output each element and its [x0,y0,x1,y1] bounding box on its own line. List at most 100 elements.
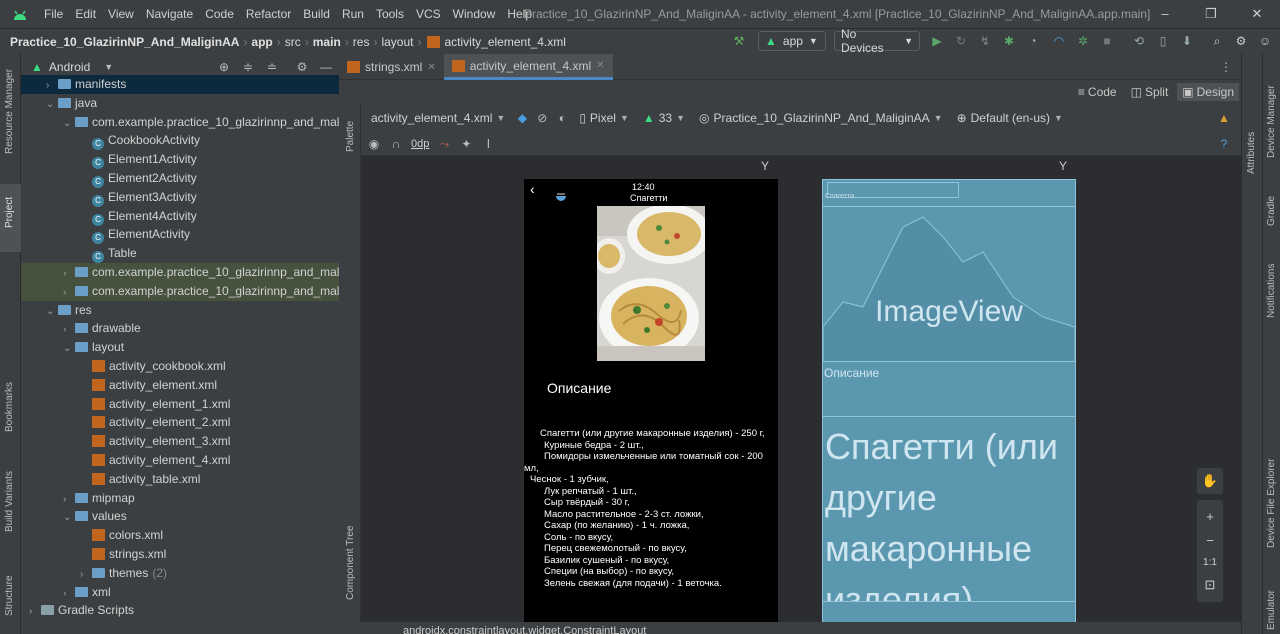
zoom-fit-icon[interactable]: ⊡ [1205,577,1216,593]
resource-manager-tab[interactable]: Resource Manager [4,69,15,154]
debug-icon[interactable]: ✱ [1002,34,1016,48]
tab-activity-element-4-xml[interactable]: activity_element_4.xml ✕ [443,54,613,80]
tab-strings-xml[interactable]: strings.xml ✕ [339,54,444,80]
tree-item[interactable]: › Gradle Scripts [21,601,339,620]
code-mode-button[interactable]: ≡ Code [1073,83,1122,101]
minimize-button[interactable]: – [1142,0,1188,28]
night-mode-icon[interactable]: ◐ [555,111,569,125]
back-arrow-icon[interactable]: ‹ [530,181,535,197]
design-mode-button[interactable]: ▣ Design [1177,83,1239,101]
tree-item[interactable]: › com.example.practice_10_glazirinnp_and_… [21,281,339,301]
tree-item[interactable]: C Table [21,244,339,264]
infer-constraints-icon[interactable]: ✦ [459,137,473,151]
tree-item[interactable]: activity_element_3.xml [21,432,339,451]
expand-all-icon[interactable]: ≑ [241,60,255,74]
collapse-all-icon[interactable]: ≐ [265,60,279,74]
device-dropdown[interactable]: No Devices ▼ [834,27,920,55]
device-file-explorer-tab[interactable]: Device File Explorer [1266,459,1277,548]
help-icon[interactable]: ? [1217,137,1231,151]
chevron-right-icon[interactable]: › [63,283,73,301]
blueprint-ingredients[interactable]: Спагетти (или другие макаронные изделия)… [823,417,1075,602]
chevron-down-icon[interactable]: ⌄ [63,114,73,132]
tree-item[interactable]: C ElementActivity [21,225,339,245]
component-tree-tab[interactable]: Component Tree [345,526,356,601]
tree-item[interactable]: activity_element_4.xml [21,451,339,470]
tree-item[interactable]: › xml [21,583,339,602]
chevron-right-icon[interactable]: › [80,565,90,583]
avatar-icon[interactable]: ☺ [1258,34,1272,48]
tree-item[interactable]: activity_table.xml [21,470,339,489]
resize-handle-icon[interactable]: Y [758,159,772,173]
tree-item[interactable]: activity_cookbook.xml [21,357,339,376]
menu-item-vcs[interactable]: VCS [410,0,447,28]
tree-item[interactable]: activity_element_2.xml [21,413,339,432]
menu-item-build[interactable]: Build [297,0,336,28]
api-dropdown[interactable]: ▲ 33 ▼ [639,111,689,125]
close-icon[interactable]: ✕ [427,62,435,73]
apply-changes-icon[interactable]: ↯ [978,34,992,48]
breadcrumb-main[interactable]: main [313,35,341,49]
gear-icon[interactable]: ⚙ [1234,34,1248,48]
clear-constraints-icon[interactable]: ⤳ [437,137,451,151]
breadcrumb-res[interactable]: res [353,35,370,49]
menu-item-edit[interactable]: Edit [69,0,102,28]
more-tabs-icon[interactable]: ⋮ [1219,60,1233,74]
tree-item[interactable]: ⌄ res [21,301,339,320]
stop-icon[interactable]: ■ [1100,34,1114,48]
menu-item-code[interactable]: Code [199,0,240,28]
chevron-right-icon[interactable]: › [46,76,56,94]
search-icon[interactable]: ⌕ [1210,34,1224,48]
breadcrumb-layout[interactable]: layout [381,35,413,49]
chevron-down-icon[interactable]: ⌄ [63,339,73,357]
gradle-tab[interactable]: Gradle [1266,196,1277,226]
blueprint-description[interactable]: Описание [823,362,1075,417]
chevron-down-icon[interactable]: ⌄ [63,508,73,526]
menu-item-window[interactable]: Window [447,0,502,28]
zoom-out-icon[interactable]: − [1206,533,1214,548]
locate-icon[interactable]: ⊕ [217,60,231,74]
chevron-right-icon[interactable]: › [63,584,73,602]
file-dropdown[interactable]: activity_element_4.xml ▼ [367,111,509,125]
device-manager-tab[interactable]: Device Manager [1266,85,1277,158]
chevron-right-icon[interactable]: › [29,602,39,620]
tree-item[interactable]: › mipmap [21,489,339,508]
blueprint-imageview[interactable]: ImageView [823,207,1075,362]
palette-tab[interactable]: Palette [345,121,356,152]
tree-item[interactable]: C Element1Activity [21,150,339,170]
zoom-actual-size[interactable]: 1:1 [1203,557,1217,568]
chevron-right-icon[interactable]: › [63,490,73,508]
blueprint-preview[interactable]: Спагетти ImageView Описание Спагетти (ил… [822,179,1076,634]
tree-item[interactable]: strings.xml [21,545,339,564]
hammer-icon[interactable]: ⚒ [732,34,746,48]
run-icon[interactable]: ▶ [930,34,944,48]
gear-icon[interactable]: ⚙ [295,60,309,74]
menu-item-refactor[interactable]: Refactor [240,0,297,28]
breadcrumb-file[interactable]: activity_element_4.xml [444,35,565,49]
tree-item[interactable]: › manifests [21,75,339,94]
tree-item[interactable]: › com.example.practice_10_glazirinnp_and_… [21,263,339,282]
device-dropdown[interactable]: ▯ Pixel ▼ [575,111,633,125]
tree-item[interactable]: activity_element.xml [21,376,339,395]
attach-debugger-icon[interactable]: ✲ [1076,34,1090,48]
menu-item-navigate[interactable]: Navigate [140,0,199,28]
guidelines-icon[interactable]: Ⅰ [481,137,495,151]
tree-item[interactable]: › drawable [21,319,339,338]
locale-dropdown[interactable]: ⊕ Default (en-us) ▼ [953,111,1067,125]
menu-item-file[interactable]: File [38,0,69,28]
tree-item[interactable]: ⌄ values [21,507,339,526]
tree-item[interactable]: C Element3Activity [21,188,339,207]
project-view-selector[interactable]: Android [49,60,90,74]
tree-item[interactable]: ⌄ java [21,94,339,113]
chevron-right-icon[interactable]: › [63,320,73,338]
resize-handle-icon[interactable]: Y [1056,159,1070,173]
project-tab[interactable]: Project [4,197,15,228]
pan-button[interactable]: ✋ [1197,468,1223,494]
tree-item[interactable]: C CookbookActivity [21,131,339,151]
chevron-down-icon[interactable]: ⌄ [46,95,56,113]
zoom-in-icon[interactable]: + [1206,509,1214,524]
structure-tab[interactable]: Structure [4,575,15,616]
breadcrumb-project[interactable]: Practice_10_GlazirinNP_And_MaliginAA [10,35,239,49]
breadcrumb-app[interactable]: app [251,35,272,49]
layers-icon[interactable]: ◆ [515,111,529,125]
tree-item[interactable]: ⌄ com.example.practice_10_glazirinnp_and_… [21,113,339,132]
